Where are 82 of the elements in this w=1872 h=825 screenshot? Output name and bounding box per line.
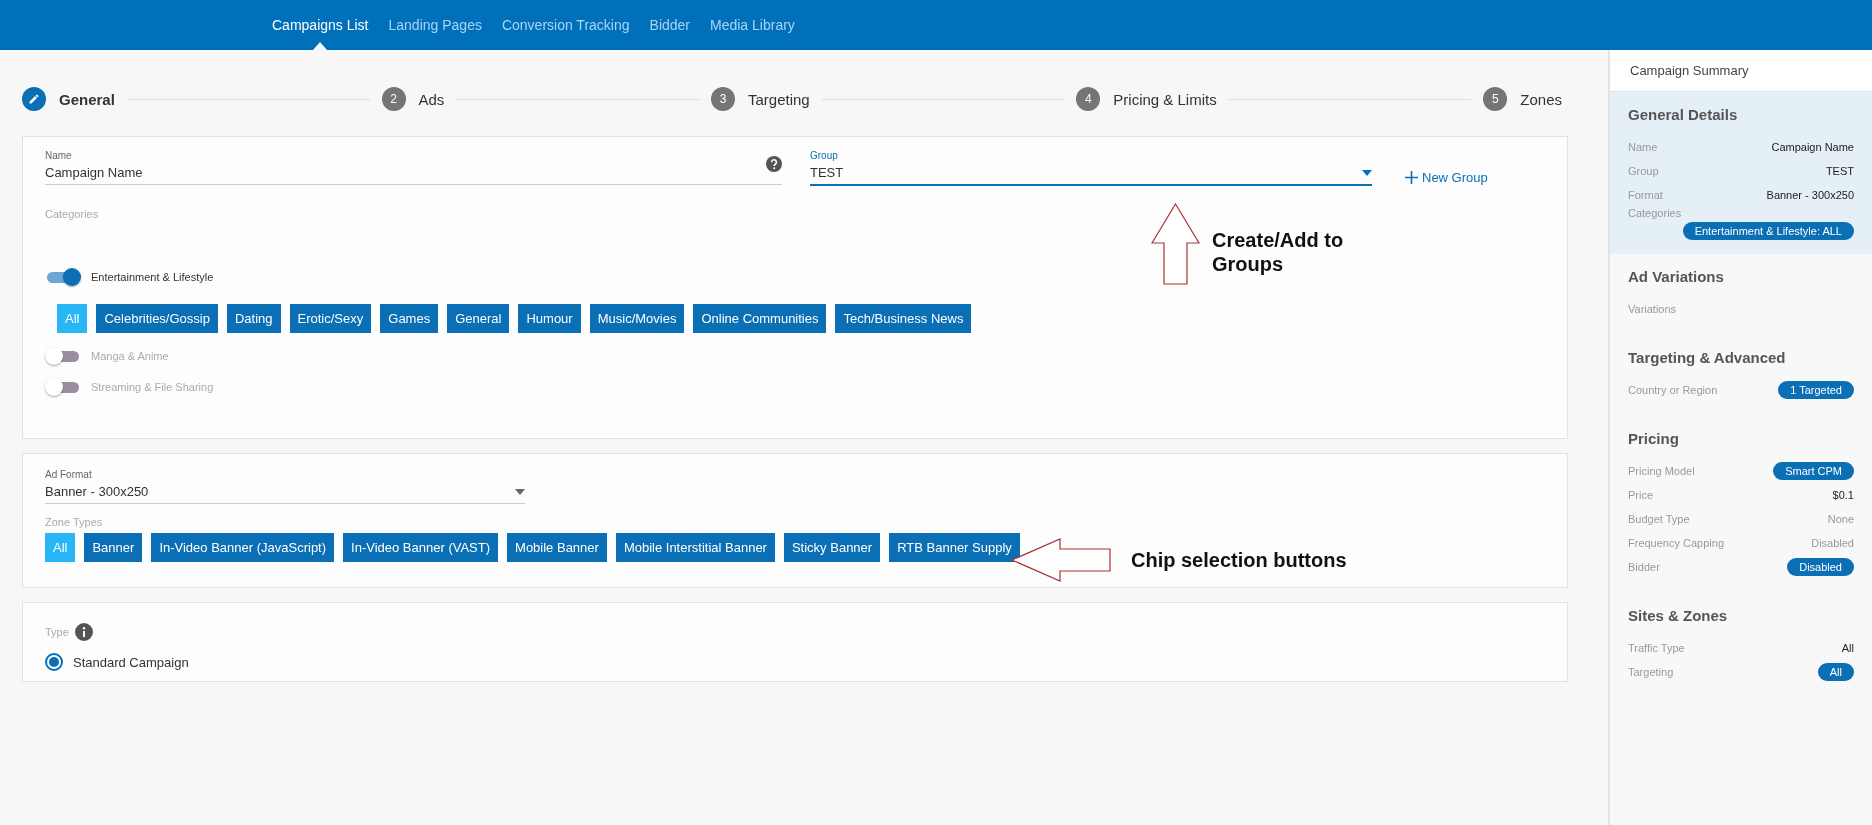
toggle-label: Entertainment & Lifestyle xyxy=(91,271,214,283)
zone-types-label: Zone Types xyxy=(45,516,104,528)
stepper-step[interactable]: 4 Pricing & Limits xyxy=(1076,87,1217,111)
section-heading: Targeting & Advanced xyxy=(1628,349,1787,366)
name-field[interactable]: Name Campaign Name xyxy=(45,147,782,185)
chip-button[interactable]: General xyxy=(447,304,510,333)
chip-button[interactable]: Tech/Business News xyxy=(835,304,972,333)
new-group-link[interactable]: New Group xyxy=(1405,170,1488,185)
toggle-label: Streaming & File Sharing xyxy=(91,381,214,393)
summary-label: Format xyxy=(1628,189,1663,201)
summary-title: Campaign Summary xyxy=(1610,50,1872,92)
categories-label: Categories xyxy=(45,208,100,220)
type-label: Type xyxy=(45,626,69,638)
summary-value: All xyxy=(1841,642,1854,654)
summary-value: Disabled xyxy=(1811,537,1854,549)
section-heading: General Details xyxy=(1628,106,1739,123)
plus-icon xyxy=(1405,171,1418,184)
chip-button[interactable]: Banner xyxy=(84,533,143,562)
chip-button[interactable]: Sticky Banner xyxy=(783,533,881,562)
selection-caret-icon xyxy=(313,42,328,50)
summary-label: Bidder xyxy=(1628,561,1660,573)
chip-button[interactable]: Mobile Interstitial Banner xyxy=(615,533,775,562)
summary-label: Categories xyxy=(1628,207,1683,219)
summary-label: Frequency Capping xyxy=(1628,537,1724,549)
nav-link[interactable]: Bidder xyxy=(639,0,700,50)
section-heading: Sites & Zones xyxy=(1628,607,1729,624)
summary-value: TEST xyxy=(1825,165,1854,177)
group-dropdown[interactable]: Group TEST xyxy=(810,147,1372,186)
summary-value: None xyxy=(1827,513,1854,525)
summary-label: Pricing Model xyxy=(1628,465,1695,477)
summary-pill[interactable]: Entertainment & Lifestyle: ALL xyxy=(1682,222,1854,240)
chip-button[interactable]: Dating xyxy=(226,304,281,333)
summary-pill[interactable]: Smart CPM xyxy=(1773,462,1854,480)
chip-button[interactable]: RTB Banner Supply xyxy=(889,533,1020,562)
radio-option[interactable]: Standard Campaign xyxy=(45,653,1545,671)
summary-value: $0.1 xyxy=(1832,489,1854,501)
ad-format-dropdown[interactable]: Ad Format Banner - 300x250 xyxy=(45,466,525,504)
toggle-switch[interactable] xyxy=(45,378,81,396)
nav-link[interactable]: Media Library xyxy=(700,0,805,50)
nav-link[interactable]: Landing Pages xyxy=(378,0,492,50)
dropdown-caret-icon xyxy=(515,488,525,495)
stepper-step[interactable]: General xyxy=(22,87,115,111)
chip-button[interactable]: Celebrities/Gossip xyxy=(96,304,218,333)
stepper-step[interactable]: 5 Zones xyxy=(1483,87,1562,111)
nav-link[interactable]: Campaigns List xyxy=(262,0,379,50)
section-heading: Ad Variations xyxy=(1628,268,1725,285)
annotation-text: Create/Add to Groups xyxy=(1212,228,1345,276)
summary-label: Country or Region xyxy=(1628,384,1718,396)
chip-button[interactable]: Online Communities xyxy=(693,304,827,333)
chip-button[interactable]: Music/Movies xyxy=(589,304,685,333)
help-icon xyxy=(766,156,782,172)
summary-label: Traffic Type xyxy=(1628,642,1685,654)
summary-label: Price xyxy=(1628,489,1654,501)
chip-button[interactable]: In-Video Banner (JavaScript) xyxy=(151,533,335,562)
section-heading: Pricing xyxy=(1628,430,1680,447)
left-arrow-icon xyxy=(1011,538,1111,582)
stepper-step[interactable]: 3 Targeting xyxy=(711,87,810,111)
chip-button[interactable]: Games xyxy=(380,304,439,333)
chip-button[interactable]: Mobile Banner xyxy=(507,533,607,562)
stepper-step[interactable]: 2 Ads xyxy=(381,87,445,111)
info-icon xyxy=(74,623,93,641)
toggle-label: Manga & Anime xyxy=(91,350,169,362)
dropdown-caret-icon xyxy=(1362,169,1372,176)
summary-label: Targeting xyxy=(1628,666,1674,678)
summary-label: Name xyxy=(1628,141,1658,153)
up-arrow-icon xyxy=(1151,203,1200,285)
chip-button[interactable]: Erotic/Sexy xyxy=(289,304,372,333)
summary-pill[interactable]: 1 Targeted xyxy=(1778,381,1854,399)
pencil-icon xyxy=(28,93,40,105)
chip-button[interactable]: In-Video Banner (VAST) xyxy=(343,533,499,562)
summary-pill[interactable]: Disabled xyxy=(1787,558,1854,576)
summary-value: Banner - 300x250 xyxy=(1766,189,1854,201)
summary-label: Variations xyxy=(1628,303,1677,315)
annotation-text: Chip selection buttons xyxy=(1131,548,1347,572)
summary-pill[interactable]: All xyxy=(1817,663,1854,681)
summary-label: Budget Type xyxy=(1628,513,1690,525)
summary-label: Group xyxy=(1628,165,1659,177)
chip-button[interactable]: Humour xyxy=(518,304,581,333)
toggle-switch[interactable] xyxy=(45,268,81,286)
toggle-switch[interactable] xyxy=(45,347,81,365)
nav-link[interactable]: Conversion Tracking xyxy=(491,0,640,50)
summary-value: Campaign Name xyxy=(1771,141,1854,153)
